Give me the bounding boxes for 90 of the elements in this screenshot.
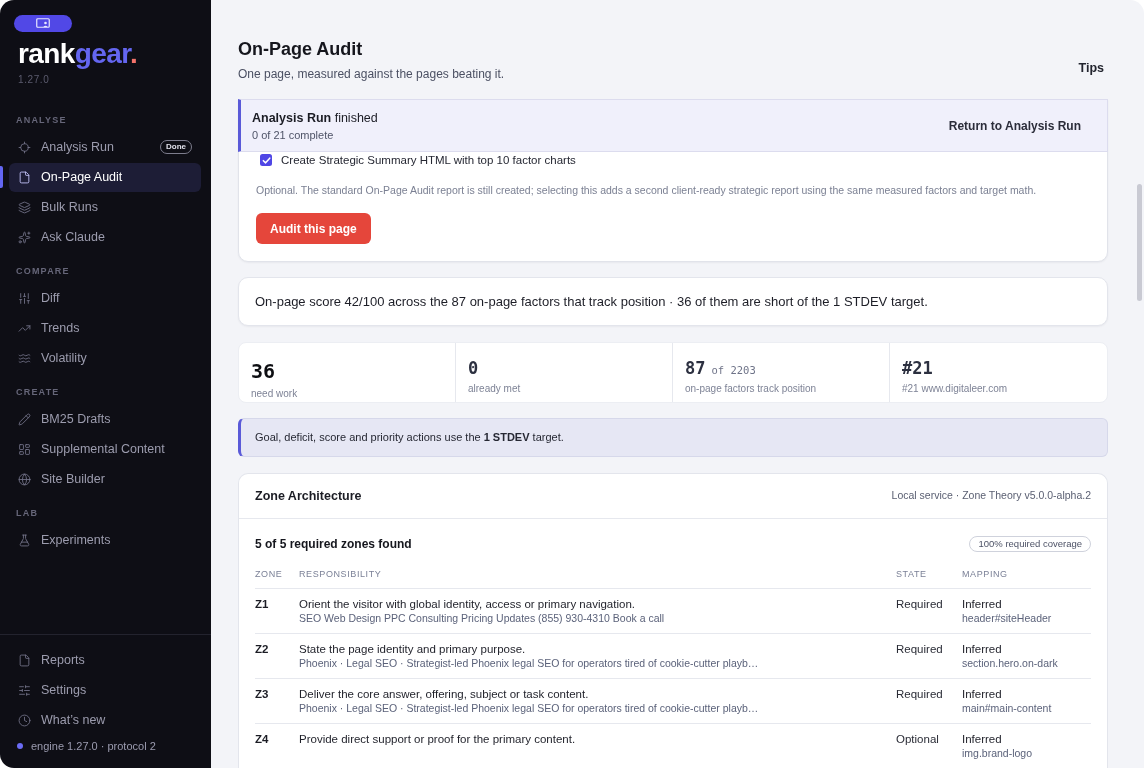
evidence-text: Phoenix · Legal SEO · Strategist-led Phoenix legal SEO for operators tired of cookie-cutter playb…: [299, 702, 759, 715]
zone-id: Z4: [255, 732, 269, 747]
layers-icon: [18, 200, 31, 214]
panel-meta: Local service · Zone Theory v5.0.0-alpha.2: [891, 488, 1091, 504]
mapping-text: Inferred: [962, 597, 1002, 612]
nav-item[interactable]: Settings: [9, 675, 201, 705]
column-header: MAPPING: [962, 568, 1008, 580]
state-text: Optional: [896, 732, 939, 747]
stat-value: 36: [251, 358, 276, 383]
column-header: RESPONSIBILITY: [299, 568, 382, 580]
stat-total: of 2203: [711, 362, 756, 377]
responsibility-text: Orient the visitor with global identity, access or primary navigation.: [299, 597, 635, 612]
run-count-text: 0 of 21 complete: [252, 127, 334, 142]
active-indicator: [0, 166, 3, 188]
stat-label: #21 www.digitaleer.com: [902, 382, 1009, 395]
column-header: STATE: [896, 568, 927, 580]
zone-id: Z3: [255, 687, 269, 702]
logo-wordmark: rankgear.: [18, 37, 139, 71]
zones-summary: 5 of 5 required zones found: [255, 536, 412, 553]
nav-item[interactable]: On-Page Audit: [9, 162, 201, 192]
state-text: Required: [896, 687, 943, 702]
responsibility-text: Deliver the core answer, offering, subject or task content.: [299, 687, 589, 702]
nav-item[interactable]: Analysis Run Done: [9, 132, 201, 162]
nav-item[interactable]: Bulk Runs: [9, 192, 201, 222]
pencil-icon: [18, 412, 31, 426]
sliders-icon: [18, 291, 31, 305]
responsibility-text: Provide direct support or proof for the primary content.: [299, 732, 576, 747]
panel-title: Zone Architecture: [255, 487, 362, 505]
nav-item[interactable]: Trends: [9, 313, 201, 343]
engine-status: engine 1.27.0 · protocol 2: [31, 739, 156, 753]
waves-icon: [18, 351, 31, 365]
checkbox[interactable]: [260, 154, 272, 166]
run-status: Analysis Run finished: [252, 109, 378, 126]
sparkles-icon: [18, 230, 31, 244]
globe-icon: [18, 472, 31, 486]
status-dot-icon: [17, 743, 23, 749]
clock-icon: [18, 713, 31, 727]
nav-item[interactable]: Diff: [9, 283, 201, 313]
stat-label: already met: [468, 382, 522, 395]
section-label: COMPARE: [15, 265, 71, 278]
monitor-user-icon: [36, 18, 50, 29]
nav-item[interactable]: Supplemental Content: [9, 434, 201, 464]
nav-item[interactable]: Site Builder: [9, 464, 201, 494]
nav-item[interactable]: Ask Claude: [9, 222, 201, 252]
option-note: Optional. The standard On-Page Audit report is still created; selecting this adds a second client-ready strategic report using the same measured factors and target math.: [256, 183, 1038, 197]
state-text: Required: [896, 597, 943, 612]
section-label: CREATE: [15, 386, 61, 399]
state-text: Required: [896, 642, 943, 657]
scrollbar-thumb[interactable]: [1137, 184, 1142, 301]
return-link[interactable]: Return to Analysis Run: [948, 116, 1081, 135]
nav-item[interactable]: Reports: [9, 645, 201, 675]
file-icon: [18, 653, 31, 667]
target-note: Goal, deficit, score and priority actions use the 1 STDEV target.: [238, 418, 1108, 457]
responsibility-text: State the page identity and primary purpose.: [299, 642, 526, 657]
selector-text: img.brand-logo: [962, 747, 1033, 760]
stat-value: 0: [468, 357, 479, 379]
page-title: On-Page Audit: [238, 38, 363, 61]
dashboard-grid-icon: [18, 442, 31, 456]
selector-text: section.hero.on-dark: [962, 657, 1058, 670]
mapping-text: Inferred: [962, 642, 1002, 657]
zone-id: Z1: [255, 597, 269, 612]
stat-label: need work: [251, 387, 299, 400]
score-summary: On-page score 42/100 across the 87 on-page factors that track position · 36 of them are short of the 1 STDEV target.: [238, 277, 1108, 326]
mapping-text: Inferred: [962, 732, 1002, 747]
nav-item[interactable]: BM25 Drafts: [9, 404, 201, 434]
crosshair-icon: [18, 140, 31, 154]
column-header: ZONE: [255, 568, 283, 580]
evidence-text: Phoenix · Legal SEO · Strategist-led Phoenix legal SEO for operators tired of cookie-cutter playb…: [299, 657, 759, 670]
section-label: ANALYSE: [15, 114, 68, 127]
file-icon: [18, 170, 31, 184]
check-icon: [261, 155, 271, 165]
zone-id: Z2: [255, 642, 269, 657]
stat-value: #21: [902, 357, 933, 379]
evidence-text: SEO Web Design PPC Consulting Pricing Updates (855) 930-4310 Book a call: [299, 612, 665, 625]
section-label: LAB: [15, 507, 40, 520]
flask-icon: [18, 533, 31, 547]
nav-item[interactable]: Experiments: [9, 525, 201, 555]
stat-label: on-page factors track position: [685, 382, 818, 395]
selector-text: main#main-content: [962, 702, 1052, 715]
audit-button[interactable]: Audit this page: [256, 213, 371, 244]
page-subtitle: One page, measured against the pages beating it.: [238, 66, 505, 83]
nav-item[interactable]: What’s new: [9, 705, 201, 735]
version-label: 1.27.0: [18, 73, 51, 87]
checkbox-label: Create Strategic Summary HTML with top 10 factor charts: [281, 152, 576, 168]
tips-link[interactable]: Tips: [1078, 59, 1104, 77]
mapping-text: Inferred: [962, 687, 1002, 702]
sliders-icon: [18, 683, 31, 697]
selector-text: header#siteHeader: [962, 612, 1052, 625]
stat-value: 87: [685, 357, 706, 379]
nav-item[interactable]: Volatility: [9, 343, 201, 373]
